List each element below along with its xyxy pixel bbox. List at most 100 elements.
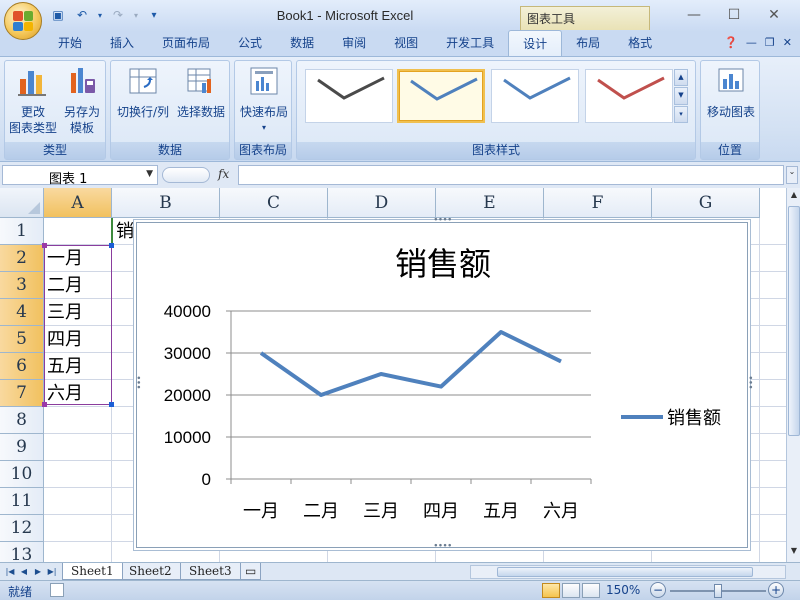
- row-header-8[interactable]: 8: [0, 407, 44, 434]
- help-icon[interactable]: ❓: [724, 36, 738, 49]
- row-header-4[interactable]: 4: [0, 299, 44, 326]
- vertical-scrollbar[interactable]: ▲ ▼: [786, 188, 800, 562]
- ribbon-tabs: 开始 插入 页面布局 公式 数据 审阅 视图 开发工具 设计 布局 格式: [0, 30, 800, 57]
- tab-design[interactable]: 设计: [508, 30, 563, 57]
- style-gallery-scroller: ▲ ▼ ▾: [674, 69, 688, 123]
- row-header-12[interactable]: 12: [0, 515, 44, 542]
- range-handle[interactable]: [109, 243, 114, 248]
- column-header-e[interactable]: E: [436, 188, 544, 218]
- chart-style-line-preview: [597, 76, 665, 100]
- range-handle[interactable]: [42, 243, 47, 248]
- row-header-9[interactable]: 9: [0, 434, 44, 461]
- range-handle[interactable]: [42, 402, 47, 407]
- scroll-up-icon[interactable]: ▲: [788, 190, 800, 204]
- horizontal-scrollbar[interactable]: [470, 565, 786, 579]
- row-header-3[interactable]: 3: [0, 272, 44, 299]
- row-header-11[interactable]: 11: [0, 488, 44, 515]
- insert-sheet-icon[interactable]: ▭: [240, 563, 262, 580]
- minimize-button[interactable]: —: [674, 4, 714, 26]
- switch-row-column-icon: [129, 68, 157, 94]
- switch-row-column-button[interactable]: 切换行/列: [113, 65, 173, 120]
- tab-formulas[interactable]: 公式: [224, 30, 276, 56]
- name-box-dropdown-icon[interactable]: ▼: [146, 169, 153, 179]
- x-tick-label: 六月: [543, 501, 579, 522]
- column-header-f[interactable]: F: [544, 188, 652, 218]
- row-header-5[interactable]: 5: [0, 326, 44, 353]
- quick-layout-button[interactable]: 快速布局 ▾: [237, 65, 291, 136]
- row-header-7[interactable]: 7: [0, 380, 44, 407]
- sheet-tab-sheet1[interactable]: Sheet1: [62, 563, 123, 580]
- name-box[interactable]: 图表 1 ▼: [2, 165, 158, 187]
- ribbon-close-icon[interactable]: ✕: [783, 36, 792, 49]
- switch-row-column-label: 切换行/列: [116, 105, 170, 119]
- resize-handle-top[interactable]: ∙∙∙∙: [433, 215, 453, 225]
- tab-view[interactable]: 视图: [380, 30, 432, 56]
- zoom-slider-thumb[interactable]: [714, 584, 722, 598]
- normal-view-button[interactable]: [542, 583, 560, 598]
- ribbon-restore-icon[interactable]: ❐: [765, 36, 775, 49]
- formula-bar-resize-handle[interactable]: [162, 167, 210, 183]
- first-sheet-icon[interactable]: |◀: [4, 565, 16, 579]
- office-button[interactable]: [4, 2, 42, 40]
- tab-developer[interactable]: 开发工具: [432, 30, 508, 56]
- change-chart-type-button[interactable]: 更改 图表类型: [9, 65, 57, 136]
- vertical-scroll-thumb[interactable]: [788, 206, 800, 436]
- scroll-down-icon[interactable]: ▼: [788, 546, 800, 560]
- chart-object[interactable]: 销售额 40000 30000 20000 10000 0 一月 二月 三月 四月 五月 六月 销售额 …: [133, 215, 755, 551]
- tab-format[interactable]: 格式: [614, 30, 666, 56]
- close-button[interactable]: ✕: [754, 4, 794, 26]
- tab-home[interactable]: 开始: [44, 30, 96, 56]
- next-sheet-icon[interactable]: ▶: [32, 565, 44, 579]
- horizontal-scroll-thumb[interactable]: [497, 567, 753, 577]
- range-handle[interactable]: [109, 402, 114, 407]
- row-header-2[interactable]: 2: [0, 245, 44, 272]
- cell-b1[interactable]: 销: [113, 218, 134, 245]
- ribbon-minimize-icon[interactable]: —: [746, 36, 757, 49]
- row-header-1[interactable]: 1: [0, 218, 44, 245]
- tab-data[interactable]: 数据: [276, 30, 328, 56]
- move-chart-button[interactable]: 移动图表: [702, 65, 760, 120]
- chart-style-option-4[interactable]: [585, 69, 673, 123]
- last-sheet-icon[interactable]: ▶|: [46, 565, 58, 579]
- gallery-down-icon[interactable]: ▼: [674, 87, 688, 105]
- zoom-in-icon[interactable]: +: [768, 582, 784, 598]
- tab-insert[interactable]: 插入: [96, 30, 148, 56]
- formula-input[interactable]: [238, 165, 784, 185]
- zoom-level[interactable]: 150%: [606, 583, 640, 597]
- sheet-tab-sheet3[interactable]: Sheet3: [180, 563, 241, 580]
- maximize-button[interactable]: ☐: [714, 4, 754, 26]
- page-break-view-button[interactable]: [582, 583, 600, 598]
- column-header-a[interactable]: A: [44, 188, 112, 218]
- quick-layout-dropdown-icon: ▾: [261, 123, 266, 132]
- select-all-button[interactable]: [0, 188, 44, 218]
- tab-layout[interactable]: 布局: [562, 30, 614, 56]
- row-header-6[interactable]: 6: [0, 353, 44, 380]
- select-data-button[interactable]: 选择数据: [173, 65, 229, 120]
- sheet-tab-sheet2[interactable]: Sheet2: [120, 563, 181, 580]
- resize-handle-left[interactable]: ∙∙∙: [133, 375, 143, 389]
- chart-template-icon: [71, 68, 95, 93]
- gallery-up-icon[interactable]: ▲: [674, 69, 688, 87]
- macro-record-icon[interactable]: [50, 583, 64, 597]
- column-header-c[interactable]: C: [220, 188, 328, 218]
- column-header-b[interactable]: B: [112, 188, 220, 218]
- column-header-g[interactable]: G: [652, 188, 760, 218]
- ribbon-help-area: ❓ — ❐ ✕: [724, 36, 792, 49]
- expand-formula-bar-icon[interactable]: ⌄: [786, 166, 798, 184]
- chart-style-option-1[interactable]: [305, 69, 393, 123]
- resize-handle-right[interactable]: ∙∙∙: [745, 375, 755, 389]
- tab-page-layout[interactable]: 页面布局: [148, 30, 224, 56]
- column-header-d[interactable]: D: [328, 188, 436, 218]
- row-header-10[interactable]: 10: [0, 461, 44, 488]
- chart-style-option-2[interactable]: [397, 69, 485, 123]
- chart-style-option-3[interactable]: [491, 69, 579, 123]
- save-as-template-button[interactable]: 另存为 模板: [59, 65, 105, 136]
- gallery-more-icon[interactable]: ▾: [674, 105, 688, 123]
- zoom-out-icon[interactable]: −: [650, 582, 666, 598]
- tab-review[interactable]: 审阅: [328, 30, 380, 56]
- page-layout-view-button[interactable]: [562, 583, 580, 598]
- insert-function-icon[interactable]: fx: [218, 167, 229, 181]
- prev-sheet-icon[interactable]: ◀: [18, 565, 30, 579]
- resize-handle-bottom[interactable]: ∙∙∙∙: [433, 541, 453, 551]
- row-header-13[interactable]: 13: [0, 542, 44, 562]
